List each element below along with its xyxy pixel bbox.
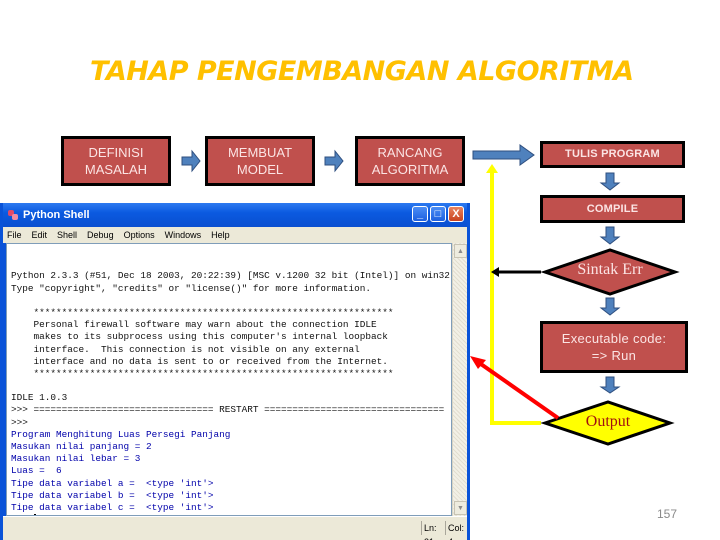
window-titlebar[interactable]: Python Shell _ □ X [3,203,467,227]
step-label: TULIS PROGRAM [565,148,660,160]
shell-text-area[interactable]: Python 2.3.3 (#51, Dec 18 2003, 20:22:39… [6,243,452,516]
shell-output-line [11,380,447,392]
shell-output-line [11,295,447,307]
scroll-up-button[interactable]: ▲ [454,244,467,258]
step-label-line2: MASALAH [84,162,148,177]
close-button[interactable]: X [448,206,464,222]
shell-output-line: Python 2.3.3 (#51, Dec 18 2003, 20:22:39… [11,270,450,282]
status-line: Ln: 21 [421,521,445,540]
shell-output-line: ****************************************… [11,367,394,379]
shell-output-line: Personal firewall software may warn abou… [11,319,377,331]
step-compile: COMPILE [540,195,685,223]
maximize-button[interactable]: □ [430,206,446,222]
step-label-line1: DEFINISI [88,145,144,160]
arrow-down-icon [599,172,621,191]
step-tulis-program: TULIS PROGRAM [540,141,685,168]
page-number: 157 [657,507,678,521]
loop-back-line [490,172,541,425]
menu-windows[interactable]: Windows [165,230,202,240]
menu-help[interactable]: Help [211,230,230,240]
arrow-up-icon [486,164,498,173]
status-bar: Ln: 21 Col: 4 [3,516,467,540]
step-label-line1: RANCANG [377,145,443,160]
step-rancang-algoritma: RANCANG ALGORITMA [355,136,465,186]
arrow-left-icon [491,267,499,277]
menu-options[interactable]: Options [124,230,155,240]
arrow-down-icon [599,226,621,245]
arrow-down-icon [599,376,621,394]
window-title: Python Shell [23,209,90,221]
arrow-right-icon [324,149,344,173]
step-label-line1: MEMBUAT [227,145,293,160]
menu-shell[interactable]: Shell [57,230,77,240]
status-col: Col: 4 [445,521,469,540]
shell-output-line: IDLE 1.0.3 [11,392,68,404]
shell-output-line: interface. This connection is not visibl… [11,343,360,355]
step-label-line2: ALGORITMA [371,162,449,177]
scroll-down-button[interactable]: ▼ [454,501,467,515]
menu-file[interactable]: File [7,230,22,240]
sintak-err-label: Sintak Err [577,261,643,278]
python-idle-icon [7,209,19,221]
shell-output-line: ****************************************… [11,306,394,318]
shell-output-line: Tipe data variabel b = <type 'int'> [11,489,214,501]
slide-title: TAHAP PENGEMBANGAN ALGORITMA [90,56,634,87]
shell-output-line: >>> ================================ RES… [11,404,445,416]
menu-debug[interactable]: Debug [87,230,114,240]
shell-output-line: Program Menghitung Luas Persegi Panjang [11,428,231,440]
shell-output-line: Masukan nilai lebar = 3 [11,453,141,465]
arrow-down-icon [599,297,621,316]
step-membuat-model: MEMBUAT MODEL [205,136,315,186]
vertical-scrollbar[interactable]: ▲ ▼ [452,243,467,516]
step-executable-code: Executable code: => Run [540,321,688,373]
shell-output-line: Type "copyright", "credits" or "license(… [11,282,372,294]
step-label-line2: => Run [591,348,637,363]
shell-output-line: interface and no data is sent to or rece… [11,355,388,367]
arrow-head-icon [470,356,486,369]
arrow-right-icon [181,149,201,173]
step-definisi-masalah: DEFINISI MASALAH [61,136,171,186]
shell-output-line: Luas = 6 [11,465,62,477]
minimize-button[interactable]: _ [412,206,428,222]
step-label: COMPILE [586,202,639,215]
step-label-line1: Executable code: [561,331,667,346]
output-label: Output [585,413,631,430]
arrow-right-icon [472,144,535,166]
menu-bar: File Edit Shell Debug Options Windows He… [3,227,467,243]
shell-output-line: >>> [11,416,28,428]
python-shell-window: Python Shell _ □ X File Edit Shell Debug… [0,203,470,540]
menu-edit[interactable]: Edit [32,230,48,240]
shell-output-line: Tipe data variabel c = <type 'int'> [11,501,214,513]
shell-output-line: makes to its subprocess using this compu… [11,331,388,343]
shell-output-line: Tipe data variabel a = <type 'int'> [11,477,214,489]
step-label-line2: MODEL [236,162,284,177]
shell-output-line: Masukan nilai panjang = 2 [11,441,152,453]
